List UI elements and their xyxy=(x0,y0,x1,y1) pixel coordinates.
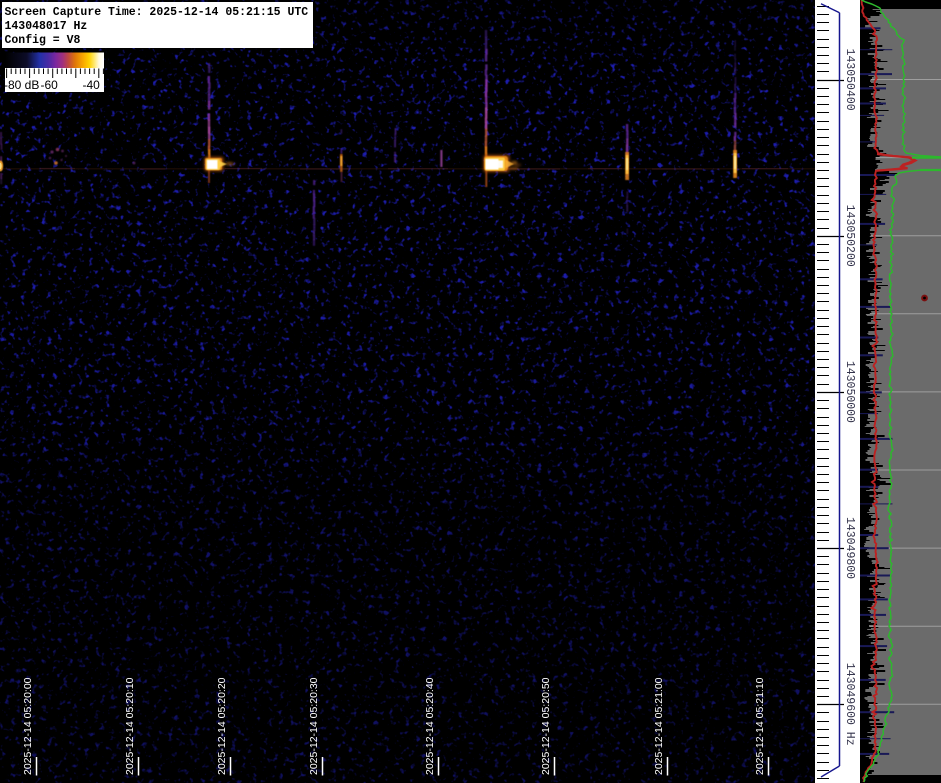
svg-text:-80 dB: -80 dB xyxy=(4,78,39,92)
svg-text:2025-12-14 05:21:00: 2025-12-14 05:21:00 xyxy=(653,677,665,775)
svg-text:143050400: 143050400 xyxy=(843,49,856,111)
svg-text:Screen Capture Time: 2025-12-1: Screen Capture Time: 2025-12-14 05:21:15… xyxy=(5,6,309,19)
svg-text:2025-12-14 05:20:40: 2025-12-14 05:20:40 xyxy=(424,677,436,775)
svg-text:143048017 Hz: 143048017 Hz xyxy=(5,20,88,33)
svg-text:2025-12-14 05:20:20: 2025-12-14 05:20:20 xyxy=(216,677,228,775)
svg-text:143049600 Hz: 143049600 Hz xyxy=(843,663,856,746)
svg-text:Config = V8: Config = V8 xyxy=(5,34,81,47)
svg-text:2025-12-14 05:20:00: 2025-12-14 05:20:00 xyxy=(22,677,34,775)
svg-text:2025-12-14 05:20:50: 2025-12-14 05:20:50 xyxy=(540,677,552,775)
svg-text:-60: -60 xyxy=(41,78,59,92)
svg-text:2025-12-14 05:20:30: 2025-12-14 05:20:30 xyxy=(308,677,320,775)
svg-text:143049800: 143049800 xyxy=(843,517,856,579)
svg-text:2025-12-14 05:20:10: 2025-12-14 05:20:10 xyxy=(124,677,136,775)
svg-text:-40: -40 xyxy=(83,78,101,92)
svg-text:143050200: 143050200 xyxy=(843,205,856,267)
svg-text:2025-12-14 05:21:10: 2025-12-14 05:21:10 xyxy=(754,677,766,775)
svg-text:143050000: 143050000 xyxy=(843,361,856,423)
